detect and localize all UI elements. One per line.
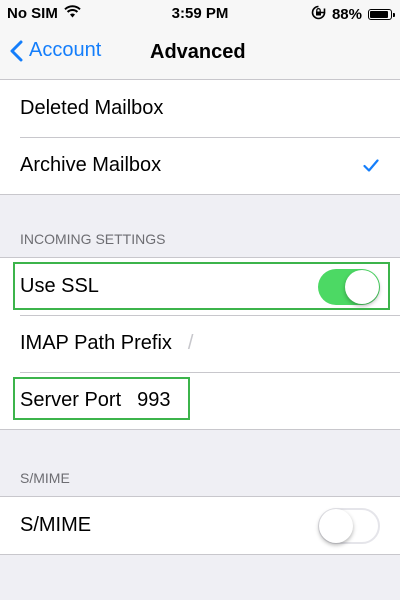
chevron-left-icon: [10, 40, 23, 61]
use-ssl-toggle[interactable]: [318, 269, 380, 305]
status-bar: No SIM 3:59 PM 88%: [0, 0, 400, 28]
incoming-settings-group: Use SSL IMAP Path Prefix / Server Port 9…: [0, 257, 400, 430]
imap-path-prefix-field[interactable]: /: [188, 332, 194, 355]
incoming-settings-header: INCOMING SETTINGS: [20, 231, 166, 247]
smime-label: S/MIME: [20, 514, 92, 536]
battery-percent: 88%: [331, 6, 362, 23]
toggle-knob: [345, 270, 379, 304]
toggle-knob: [319, 509, 353, 543]
archive-mailbox-row[interactable]: Archive Mailbox: [0, 137, 400, 194]
back-label: Account: [29, 39, 102, 61]
smime-header: S/MIME: [20, 470, 70, 486]
deleted-mailbox-row[interactable]: Deleted Mailbox: [0, 80, 400, 137]
use-ssl-row: Use SSL: [0, 258, 400, 315]
smime-toggle[interactable]: [318, 508, 380, 544]
orientation-lock-icon: [311, 5, 326, 24]
server-port-label: Server Port: [20, 389, 122, 411]
mailbox-group: Deleted Mailbox Archive Mailbox: [0, 79, 400, 195]
page-title: Advanced: [150, 41, 246, 63]
status-right: 88%: [311, 5, 395, 24]
deleted-mailbox-label: Deleted Mailbox: [20, 97, 164, 119]
battery-fill: [370, 11, 388, 18]
battery-icon: [368, 9, 395, 20]
smime-row: S/MIME: [0, 497, 400, 554]
server-port-field[interactable]: 993: [137, 389, 170, 412]
imap-path-prefix-label: IMAP Path Prefix: [20, 332, 172, 354]
server-port-row[interactable]: Server Port 993: [0, 372, 400, 429]
smime-group: S/MIME: [0, 496, 400, 555]
archive-mailbox-label: Archive Mailbox: [20, 154, 162, 176]
use-ssl-label: Use SSL: [20, 275, 99, 297]
back-button[interactable]: Account: [10, 39, 101, 62]
checkmark-icon: [363, 159, 379, 172]
nav-bar: Account Advanced: [0, 28, 400, 80]
imap-path-prefix-row[interactable]: IMAP Path Prefix /: [0, 315, 400, 372]
